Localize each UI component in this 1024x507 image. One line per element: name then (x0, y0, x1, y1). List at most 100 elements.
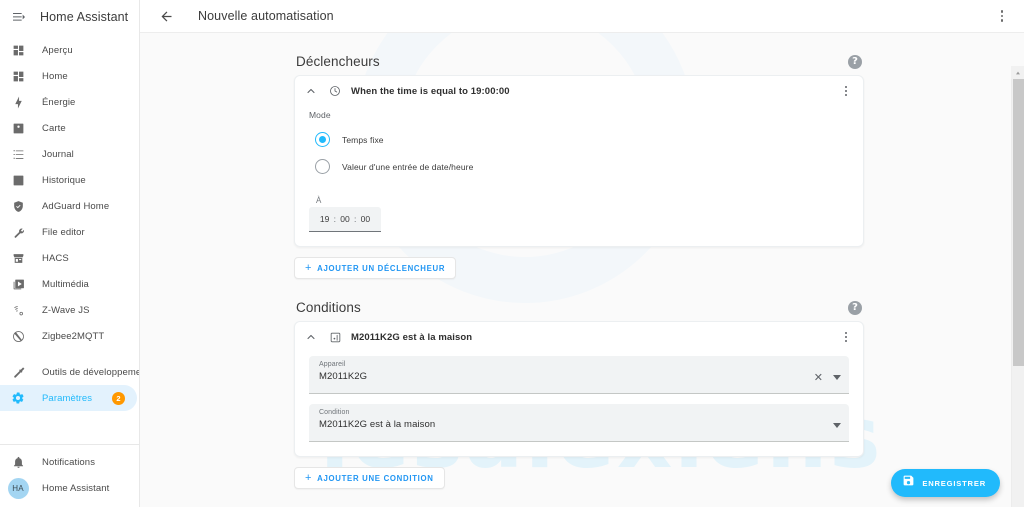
time-separator: : (354, 214, 357, 224)
sidebar-item-file-editor[interactable]: File editor (0, 219, 137, 245)
chart-box-icon (6, 168, 30, 192)
conditions-title: Conditions (296, 300, 361, 315)
sidebar-item-label: File editor (42, 226, 85, 238)
sidebar-item-label: Aperçu (42, 44, 73, 56)
dots-vertical-icon[interactable] (990, 4, 1014, 28)
app-title: Home Assistant (40, 9, 129, 24)
sidebar-item-home[interactable]: Home (0, 63, 137, 89)
time-seconds[interactable]: 00 (359, 214, 371, 224)
sidebar-item-label: Home Assistant (42, 482, 110, 494)
map-account-icon (6, 116, 30, 140)
add-trigger-button[interactable]: + AJOUTER UN DÉCLENCHEUR (294, 257, 457, 279)
menu-open-icon[interactable] (8, 6, 30, 28)
sidebar-item-hacs[interactable]: HACS (0, 245, 137, 271)
main-area: Nouvelle automatisation lesalexiens Décl… (140, 0, 1024, 507)
time-hours[interactable]: 19 (319, 214, 331, 224)
sidebar-item-multimedia[interactable]: Multimédia (0, 271, 137, 297)
trigger-card-header: When the time is equal to 19:00:00 (295, 76, 863, 106)
time-separator: : (333, 214, 336, 224)
scrollbar-up-button[interactable] (1011, 66, 1024, 79)
sidebar: Home Assistant Aperçu Home Énergie Carte… (0, 0, 140, 507)
trigger-card: When the time is equal to 19:00:00 Mode … (294, 75, 864, 247)
sidebar-item-label: HACS (42, 252, 69, 264)
sidebar-item-parametres[interactable]: Paramètres 2 (0, 385, 137, 411)
radio-label: Temps fixe (342, 134, 384, 145)
sidebar-item-adguard-home[interactable]: AdGuard Home (0, 193, 137, 219)
device-field-caption: Appareil (319, 361, 346, 368)
radio-button-unselected[interactable] (315, 159, 330, 174)
zigbee-icon (6, 324, 30, 348)
sidebar-item-journal[interactable]: Journal (0, 141, 137, 167)
arrow-left-icon[interactable] (154, 4, 178, 28)
top-toolbar: Nouvelle automatisation (140, 0, 1024, 33)
sidebar-item-label: Journal (42, 148, 74, 160)
device-select-field[interactable]: Appareil M2011K2G ✕ (309, 356, 849, 394)
condition-field-caption: Condition (319, 409, 350, 416)
time-field-caption: À (316, 196, 322, 205)
plus-icon: + (305, 471, 313, 484)
sidebar-footer: Notifications HA Home Assistant (0, 438, 139, 507)
scrollbar-thumb[interactable] (1013, 66, 1024, 366)
condition-select-field[interactable]: Condition M2011K2G est à la maison (309, 404, 849, 442)
sidebar-nav-list: Aperçu Home Énergie Carte Journal Histor… (0, 33, 139, 438)
sidebar-item-apercu[interactable]: Aperçu (0, 37, 137, 63)
sidebar-item-energie[interactable]: Énergie (0, 89, 137, 115)
sidebar-item-notifications[interactable]: Notifications (0, 449, 137, 475)
shield-check-icon (6, 194, 30, 218)
add-trigger-label: AJOUTER UN DÉCLENCHEUR (317, 263, 446, 273)
add-condition-label: AJOUTER UNE CONDITION (317, 473, 434, 483)
view-dashboard-icon (6, 38, 30, 62)
sidebar-item-historique[interactable]: Historique (0, 167, 137, 193)
sidebar-item-label: Z-Wave JS (42, 304, 90, 316)
device-icon (327, 329, 343, 345)
radio-button-selected[interactable] (315, 132, 330, 147)
z-wave-icon (6, 298, 30, 322)
sidebar-item-outils-de-developpement[interactable]: Outils de développement (0, 359, 139, 385)
dots-vertical-icon[interactable] (837, 82, 855, 100)
sidebar-item-zigbee2mqtt[interactable]: Zigbee2MQTT (0, 323, 137, 349)
home-assistant-app: Home Assistant Aperçu Home Énergie Carte… (0, 0, 1024, 507)
menu-down-icon[interactable] (833, 422, 841, 428)
vertical-scrollbar[interactable] (1011, 66, 1024, 507)
sidebar-item-carte[interactable]: Carte (0, 115, 137, 141)
content-save-icon (902, 474, 915, 492)
dots-vertical-icon[interactable] (837, 328, 855, 346)
sidebar-item-label: Notifications (42, 456, 96, 468)
content-scroll-area[interactable]: lesalexiens Déclencheurs ? (140, 33, 1024, 507)
add-condition-button[interactable]: + AJOUTER UNE CONDITION (294, 467, 445, 489)
mode-label: Mode (309, 110, 331, 120)
radio-option-valeur-entree[interactable]: Valeur d'une entrée de date/heure (309, 153, 849, 180)
triggers-title: Déclencheurs (296, 54, 380, 69)
sidebar-item-z-wave-js[interactable]: Z-Wave JS (0, 297, 137, 323)
menu-down-icon[interactable] (833, 374, 841, 380)
radio-option-temps-fixe[interactable]: Temps fixe (309, 126, 849, 153)
condition-card-title: M2011K2G est à la maison (351, 331, 473, 343)
editor-content: Déclencheurs ? When the time is equal to… (140, 33, 1024, 507)
save-button[interactable]: ENREGISTRER (891, 469, 1000, 497)
sidebar-item-label: Carte (42, 122, 66, 134)
device-field-value: M2011K2G (319, 370, 368, 382)
help-circle-icon[interactable]: ? (848, 54, 862, 69)
chevron-up-icon[interactable] (303, 83, 319, 99)
triggers-section-header: Déclencheurs ? (294, 48, 864, 75)
sidebar-item-label: Énergie (42, 96, 76, 108)
avatar: HA (6, 476, 30, 500)
sidebar-item-label: Historique (42, 174, 86, 186)
condition-card-body: Appareil M2011K2G ✕ Condition M2011K2G e… (295, 352, 863, 456)
sidebar-item-label: Home (42, 70, 68, 82)
chevron-up-icon[interactable] (303, 329, 319, 345)
sidebar-item-user-profile[interactable]: HA Home Assistant (0, 475, 137, 501)
help-circle-icon[interactable]: ? (848, 300, 862, 315)
settings-update-badge: 2 (112, 391, 125, 405)
radio-label: Valeur d'une entrée de date/heure (342, 161, 474, 172)
time-field-group: À 19 : 00 : 00 (309, 196, 849, 232)
sidebar-item-label: Multimédia (42, 278, 89, 290)
time-input[interactable]: 19 : 00 : 00 (309, 207, 381, 232)
plus-icon: + (305, 261, 313, 274)
play-box-multiple-icon (6, 272, 30, 296)
conditions-section-header: Conditions ? (294, 294, 864, 321)
time-minutes[interactable]: 00 (339, 214, 351, 224)
condition-field-actions (833, 422, 841, 428)
trigger-card-body: Mode Temps fixe Valeur d'une entrée de d… (295, 106, 863, 246)
close-icon[interactable]: ✕ (814, 372, 823, 383)
